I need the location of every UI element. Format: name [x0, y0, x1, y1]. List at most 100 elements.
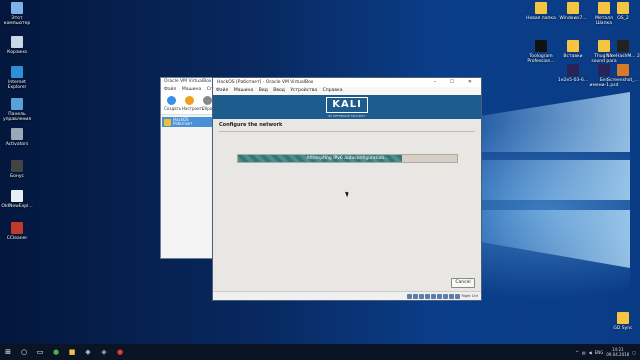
gear-icon — [184, 96, 194, 105]
photoshop-icon — [567, 64, 579, 76]
bonus-icon — [11, 160, 23, 172]
desktop-icon[interactable]: Панель управления — [0, 98, 34, 122]
computer-icon — [11, 2, 23, 14]
desktop-icon[interactable]: Вставки — [556, 40, 590, 59]
kali-tagline: BY OFFENSIVE SECURITY — [328, 113, 366, 118]
windows-logo-icon: ⊞ — [5, 348, 11, 356]
desktop-icon[interactable]: Новая папка — [524, 2, 558, 21]
capture-icon[interactable] — [449, 293, 455, 299]
audio-icon[interactable] — [419, 293, 425, 299]
desktop-icon[interactable]: Activators — [0, 128, 34, 147]
host-key-label: Right Ctrl — [461, 294, 478, 298]
desktop-icon[interactable]: Screenshot_... — [606, 64, 640, 83]
menu-item-file[interactable]: Файл — [216, 88, 228, 93]
system-tray: ^ ▤ ◀ ENG 14:21 09.04.2018 ▢ — [575, 344, 636, 360]
mouse-integration-icon[interactable] — [455, 293, 461, 299]
desktop-icon-label: Корзина — [7, 50, 27, 55]
search-icon: ○ — [20, 348, 28, 356]
folder-icon — [535, 2, 547, 14]
taskbar-app-virtualbox[interactable]: ◆ — [80, 344, 96, 360]
hdd-icon[interactable] — [407, 293, 413, 299]
desktop-icon[interactable]: Windows7... — [556, 2, 590, 21]
explorer-icon — [11, 190, 23, 202]
vm-menu-bar: Файл Машина Вид Ввод Устройства Справка — [213, 87, 481, 95]
menu-item-devices[interactable]: Устройства — [290, 88, 317, 93]
desktop-icon[interactable]: CCleaner — [0, 222, 34, 241]
desktop-icon-label: Бонус — [10, 174, 24, 179]
desktop-icon-label: 1e2e5-03-6... — [557, 78, 589, 83]
task-view-icon: ▭ — [36, 348, 44, 356]
desktop-icon[interactable]: Internet Explorer — [0, 66, 34, 90]
installer-heading: Configure the network — [219, 122, 283, 128]
vm-window[interactable]: HackOS [Работает] - Oracle VM VirtualBox… — [212, 77, 482, 301]
vm-window-title: HackOS [Работает] - Oracle VM VirtualBox — [217, 80, 314, 85]
desktop-icon-label: Windows7... — [559, 16, 587, 21]
recycle-bin-icon — [11, 36, 23, 48]
menu-item[interactable]: Машина — [182, 87, 201, 92]
desktop-icon[interactable]: NiceHashM... 2 — [606, 40, 640, 59]
start-button[interactable]: ⊞ — [0, 344, 16, 360]
desktop-icon-label: GD Sync — [613, 326, 633, 331]
settings-button[interactable]: Настроить — [182, 95, 204, 113]
network-icon[interactable] — [425, 293, 431, 299]
menu-item-view[interactable]: Вид — [259, 88, 268, 93]
desktop-icon[interactable]: Корзина — [0, 36, 34, 55]
kali-logo: KALI — [326, 96, 368, 113]
folder-icon: ■ — [68, 348, 76, 356]
desktop-icon-label: Этот компьютер — [3, 16, 31, 26]
cancel-button[interactable]: Cancel — [451, 278, 475, 288]
optical-drive-icon[interactable] — [413, 293, 419, 299]
shared-folder-icon[interactable] — [437, 293, 443, 299]
image-icon — [617, 64, 629, 76]
menu-item-help[interactable]: Справка — [323, 88, 343, 93]
network-tray-icon[interactable]: ▤ — [582, 350, 586, 355]
taskbar-app-vm[interactable]: ◈ — [96, 344, 112, 360]
desktop-icon-label: Activators — [5, 142, 29, 147]
desktop-icon[interactable]: GD Sync — [606, 312, 640, 331]
app-icon — [617, 40, 629, 52]
folder-icon — [567, 2, 579, 14]
discard-label: Сбро — [201, 106, 213, 111]
desktop-icon[interactable]: OldNewExpl... — [0, 190, 34, 209]
notifications-icon[interactable]: ▢ — [632, 350, 636, 355]
clock-date: 09.04.2018 — [606, 352, 630, 357]
taskbar-app-explorer[interactable]: ■ — [64, 344, 80, 360]
desktop-icon[interactable]: Этот компьютер — [0, 2, 34, 26]
desktop-icon-label: CCleaner — [6, 236, 28, 241]
folder-icon — [567, 40, 579, 52]
language-indicator[interactable]: ENG — [595, 350, 604, 355]
create-button[interactable]: Создать — [164, 95, 182, 113]
search-button[interactable]: ○ — [16, 344, 32, 360]
chrome-icon: ● — [52, 348, 60, 356]
divider — [219, 131, 475, 132]
menu-item[interactable]: Файл — [164, 87, 176, 92]
folder-icon — [11, 128, 23, 140]
desktop-icon-label: Новая папка — [526, 16, 556, 21]
window-controls[interactable]: – ☐ ✕ — [434, 78, 478, 87]
menu-item-machine[interactable]: Машина — [234, 88, 253, 93]
create-label: Создать — [164, 106, 182, 111]
desktop-icon[interactable]: OS_2 — [606, 2, 640, 21]
menu-item-input[interactable]: Ввод — [273, 88, 285, 93]
folder-icon — [617, 312, 629, 324]
desktop-icon-label: Internet Explorer — [7, 80, 27, 90]
vm-icon: ◈ — [101, 348, 107, 356]
usb-icon[interactable] — [431, 293, 437, 299]
kali-banner: KALI BY OFFENSIVE SECURITY — [213, 95, 481, 119]
taskbar-app-recorder[interactable]: ● — [112, 344, 128, 360]
wallpaper-light-beam — [480, 92, 630, 152]
app-icon — [535, 40, 547, 52]
task-view-button[interactable]: ▭ — [32, 344, 48, 360]
clock[interactable]: 14:21 09.04.2018 — [606, 347, 629, 357]
desktop-icon[interactable]: 1e2e5-03-6... — [556, 64, 590, 83]
display-icon[interactable] — [443, 293, 449, 299]
desktop-icon-label: Панель управления — [2, 112, 32, 122]
desktop-icon[interactable]: Toologram Profession... — [524, 40, 558, 64]
desktop-icon[interactable]: Бонус — [0, 160, 34, 179]
progress-bar: Attempting IPv6 autoconfiguration... — [237, 154, 458, 163]
volume-icon[interactable]: ◀ — [589, 350, 592, 355]
taskbar-app-chrome[interactable]: ● — [48, 344, 64, 360]
discard-icon — [202, 96, 212, 105]
tray-chevron-icon[interactable]: ^ — [575, 350, 578, 355]
create-icon — [166, 96, 176, 105]
